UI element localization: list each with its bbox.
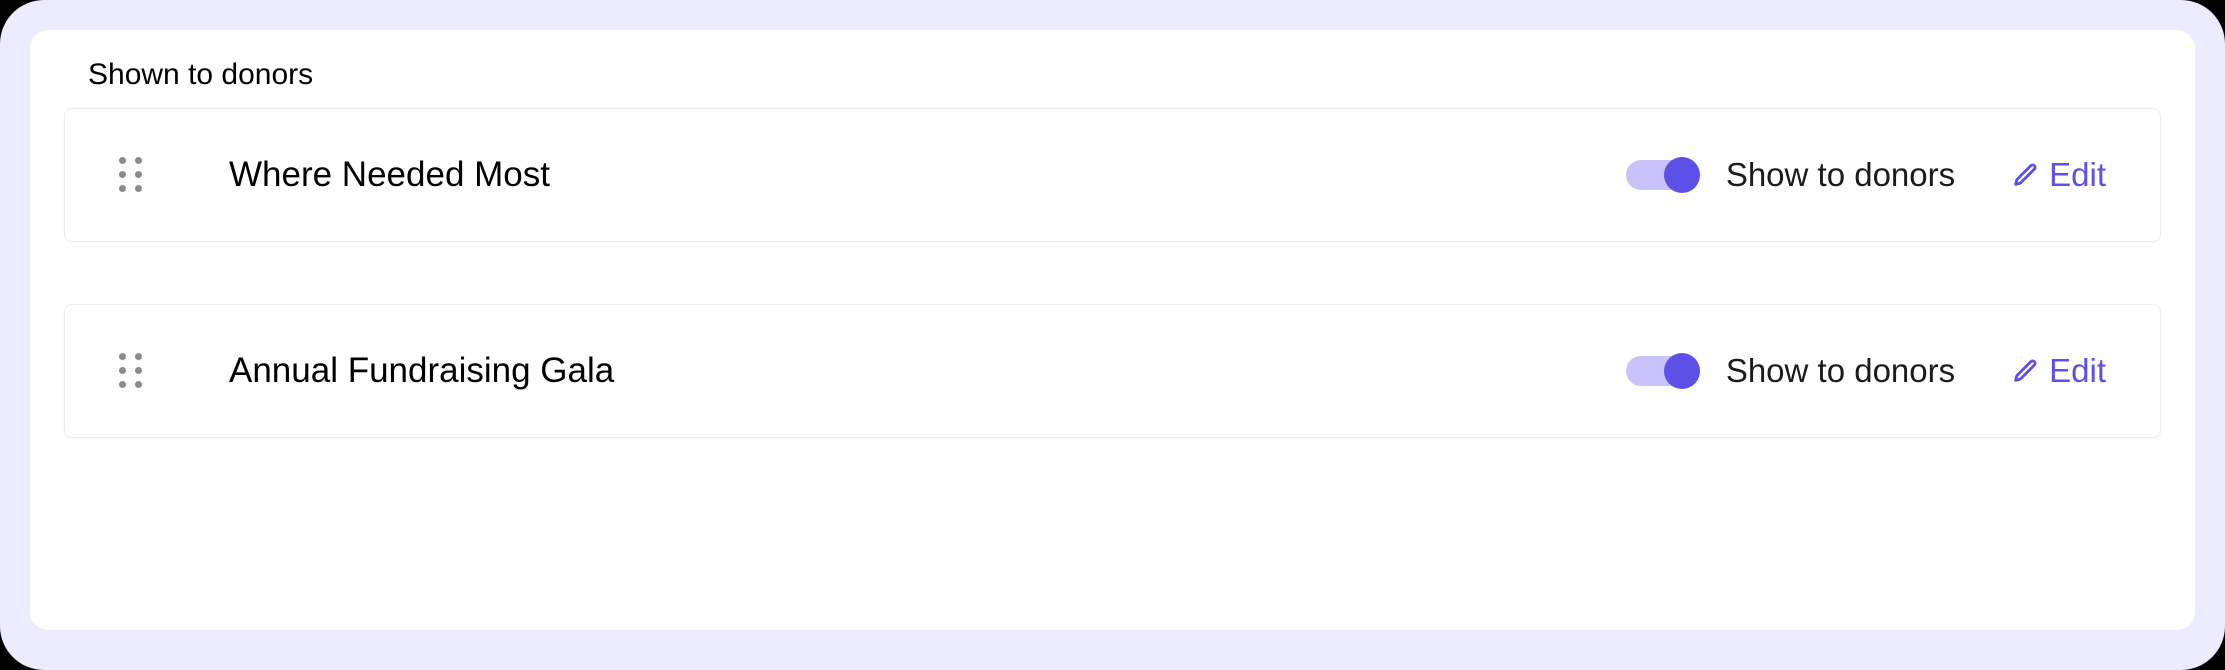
card-controls: Show to donors Edit [1626,156,2106,194]
edit-button[interactable]: Edit [2011,352,2106,390]
edit-button-label: Edit [2049,352,2106,390]
designation-card: Annual Fundraising Gala Show to donors E… [64,304,2161,438]
show-to-donors-toggle[interactable] [1626,356,1698,386]
toggle-knob [1664,353,1700,389]
edit-button-label: Edit [2049,156,2106,194]
designation-title: Where Needed Most [229,155,1626,195]
designation-card: Where Needed Most Show to donors Edit [64,108,2161,242]
section-title: Shown to donors [88,58,2161,92]
toggle-label: Show to donors [1726,352,1955,390]
page-background: Shown to donors Where Needed Most Show t… [0,0,2225,670]
pencil-icon [2011,161,2039,189]
content-panel: Shown to donors Where Needed Most Show t… [30,30,2195,630]
drag-handle-icon[interactable] [119,157,143,193]
designation-title: Annual Fundraising Gala [229,351,1626,391]
pencil-icon [2011,357,2039,385]
toggle-knob [1664,157,1700,193]
card-controls: Show to donors Edit [1626,352,2106,390]
show-to-donors-toggle[interactable] [1626,160,1698,190]
edit-button[interactable]: Edit [2011,156,2106,194]
drag-handle-icon[interactable] [119,353,143,389]
toggle-label: Show to donors [1726,156,1955,194]
